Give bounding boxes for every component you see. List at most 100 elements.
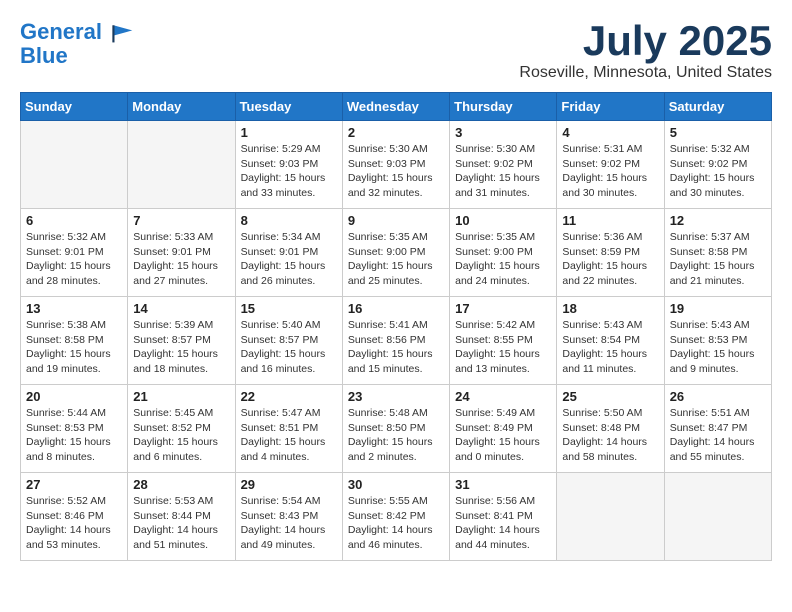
logo: General Blue	[20, 20, 134, 68]
day-cell: 12 Sunrise: 5:37 AMSunset: 8:58 PMDayligh…	[664, 209, 771, 297]
day-cell: 31 Sunrise: 5:56 AMSunset: 8:41 PMDayligh…	[450, 473, 557, 561]
day-number: 20	[26, 389, 122, 404]
col-header-sunday: Sunday	[21, 93, 128, 121]
logo-text: General	[20, 20, 134, 44]
calendar-table: SundayMondayTuesdayWednesdayThursdayFrid…	[20, 92, 772, 561]
day-info: Sunrise: 5:48 AMSunset: 8:50 PMDaylight:…	[348, 406, 444, 465]
day-info: Sunrise: 5:53 AMSunset: 8:44 PMDaylight:…	[133, 494, 229, 553]
day-cell: 7 Sunrise: 5:33 AMSunset: 9:01 PMDaylight…	[128, 209, 235, 297]
page-header: General Blue July 2025 Roseville, Minnes…	[20, 20, 772, 82]
week-row-4: 20 Sunrise: 5:44 AMSunset: 8:53 PMDayligh…	[21, 385, 772, 473]
day-number: 7	[133, 213, 229, 228]
day-number: 16	[348, 301, 444, 316]
day-number: 23	[348, 389, 444, 404]
day-number: 21	[133, 389, 229, 404]
day-cell: 16 Sunrise: 5:41 AMSunset: 8:56 PMDayligh…	[342, 297, 449, 385]
day-info: Sunrise: 5:29 AMSunset: 9:03 PMDaylight:…	[241, 142, 337, 201]
day-info: Sunrise: 5:51 AMSunset: 8:47 PMDaylight:…	[670, 406, 766, 465]
day-cell: 1Sunrise: 5:29 AMSunset: 9:03 PMDaylight…	[235, 121, 342, 209]
day-cell: 20 Sunrise: 5:44 AMSunset: 8:53 PMDayligh…	[21, 385, 128, 473]
month-title: July 2025	[519, 20, 772, 62]
day-number: 19	[670, 301, 766, 316]
day-cell	[664, 473, 771, 561]
day-cell: 19Sunrise: 5:43 AMSunset: 8:53 PMDayligh…	[664, 297, 771, 385]
day-cell: 15 Sunrise: 5:40 AMSunset: 8:57 PMDayligh…	[235, 297, 342, 385]
day-number: 14	[133, 301, 229, 316]
day-number: 4	[562, 125, 658, 140]
location: Roseville, Minnesota, United States	[519, 64, 772, 82]
col-header-thursday: Thursday	[450, 93, 557, 121]
day-number: 17	[455, 301, 551, 316]
day-info: Sunrise: 5:30 AMSunset: 9:02 PMDaylight:…	[455, 142, 551, 201]
day-cell: 4 Sunrise: 5:31 AMSunset: 9:02 PMDaylight…	[557, 121, 664, 209]
day-number: 3	[455, 125, 551, 140]
day-info: Sunrise: 5:34 AMSunset: 9:01 PMDaylight:…	[241, 230, 337, 289]
day-info: Sunrise: 5:44 AMSunset: 8:53 PMDaylight:…	[26, 406, 122, 465]
day-cell: 17 Sunrise: 5:42 AMSunset: 8:55 PMDayligh…	[450, 297, 557, 385]
day-info: Sunrise: 5:39 AMSunset: 8:57 PMDaylight:…	[133, 318, 229, 377]
week-row-3: 13Sunrise: 5:38 AMSunset: 8:58 PMDayligh…	[21, 297, 772, 385]
day-info: Sunrise: 5:30 AMSunset: 9:03 PMDaylight:…	[348, 142, 444, 201]
day-info: Sunrise: 5:32 AMSunset: 9:02 PMDaylight:…	[670, 142, 766, 201]
day-info: Sunrise: 5:50 AMSunset: 8:48 PMDaylight:…	[562, 406, 658, 465]
day-cell: 5Sunrise: 5:32 AMSunset: 9:02 PMDaylight…	[664, 121, 771, 209]
day-cell: 24 Sunrise: 5:49 AMSunset: 8:49 PMDayligh…	[450, 385, 557, 473]
day-info: Sunrise: 5:33 AMSunset: 9:01 PMDaylight:…	[133, 230, 229, 289]
day-number: 27	[26, 477, 122, 492]
day-info: Sunrise: 5:35 AMSunset: 9:00 PMDaylight:…	[455, 230, 551, 289]
day-cell: 10 Sunrise: 5:35 AMSunset: 9:00 PMDayligh…	[450, 209, 557, 297]
day-number: 13	[26, 301, 122, 316]
col-header-monday: Monday	[128, 93, 235, 121]
day-number: 6	[26, 213, 122, 228]
day-cell: 21 Sunrise: 5:45 AMSunset: 8:52 PMDayligh…	[128, 385, 235, 473]
day-number: 12	[670, 213, 766, 228]
day-cell: 18Sunrise: 5:43 AMSunset: 8:54 PMDayligh…	[557, 297, 664, 385]
day-number: 2	[348, 125, 444, 140]
day-number: 24	[455, 389, 551, 404]
day-number: 10	[455, 213, 551, 228]
day-number: 15	[241, 301, 337, 316]
day-info: Sunrise: 5:41 AMSunset: 8:56 PMDaylight:…	[348, 318, 444, 377]
day-info: Sunrise: 5:45 AMSunset: 8:52 PMDaylight:…	[133, 406, 229, 465]
week-row-1: 1Sunrise: 5:29 AMSunset: 9:03 PMDaylight…	[21, 121, 772, 209]
day-info: Sunrise: 5:42 AMSunset: 8:55 PMDaylight:…	[455, 318, 551, 377]
day-info: Sunrise: 5:37 AMSunset: 8:58 PMDaylight:…	[670, 230, 766, 289]
day-cell: 3 Sunrise: 5:30 AMSunset: 9:02 PMDaylight…	[450, 121, 557, 209]
title-block: July 2025 Roseville, Minnesota, United S…	[519, 20, 772, 82]
day-info: Sunrise: 5:40 AMSunset: 8:57 PMDaylight:…	[241, 318, 337, 377]
day-cell: 30Sunrise: 5:55 AMSunset: 8:42 PMDayligh…	[342, 473, 449, 561]
day-number: 22	[241, 389, 337, 404]
day-cell: 23 Sunrise: 5:48 AMSunset: 8:50 PMDayligh…	[342, 385, 449, 473]
week-row-2: 6Sunrise: 5:32 AMSunset: 9:01 PMDaylight…	[21, 209, 772, 297]
day-number: 9	[348, 213, 444, 228]
day-info: Sunrise: 5:47 AMSunset: 8:51 PMDaylight:…	[241, 406, 337, 465]
day-number: 25	[562, 389, 658, 404]
day-cell: 13Sunrise: 5:38 AMSunset: 8:58 PMDayligh…	[21, 297, 128, 385]
day-info: Sunrise: 5:49 AMSunset: 8:49 PMDaylight:…	[455, 406, 551, 465]
day-cell: 6Sunrise: 5:32 AMSunset: 9:01 PMDaylight…	[21, 209, 128, 297]
logo-blue-text: Blue	[20, 44, 134, 68]
col-header-saturday: Saturday	[664, 93, 771, 121]
day-info: Sunrise: 5:56 AMSunset: 8:41 PMDaylight:…	[455, 494, 551, 553]
day-cell: 26 Sunrise: 5:51 AMSunset: 8:47 PMDayligh…	[664, 385, 771, 473]
day-number: 31	[455, 477, 551, 492]
day-cell	[21, 121, 128, 209]
day-cell	[557, 473, 664, 561]
day-number: 29	[241, 477, 337, 492]
day-cell: 11Sunrise: 5:36 AMSunset: 8:59 PMDayligh…	[557, 209, 664, 297]
day-info: Sunrise: 5:55 AMSunset: 8:42 PMDaylight:…	[348, 494, 444, 553]
day-number: 26	[670, 389, 766, 404]
day-info: Sunrise: 5:52 AMSunset: 8:46 PMDaylight:…	[26, 494, 122, 553]
day-cell	[128, 121, 235, 209]
day-number: 18	[562, 301, 658, 316]
week-row-5: 27 Sunrise: 5:52 AMSunset: 8:46 PMDayligh…	[21, 473, 772, 561]
calendar-header-row: SundayMondayTuesdayWednesdayThursdayFrid…	[21, 93, 772, 121]
day-info: Sunrise: 5:54 AMSunset: 8:43 PMDaylight:…	[241, 494, 337, 553]
logo-icon	[110, 23, 134, 43]
day-info: Sunrise: 5:35 AMSunset: 9:00 PMDaylight:…	[348, 230, 444, 289]
day-cell: 28Sunrise: 5:53 AMSunset: 8:44 PMDayligh…	[128, 473, 235, 561]
day-cell: 2 Sunrise: 5:30 AMSunset: 9:03 PMDaylight…	[342, 121, 449, 209]
col-header-friday: Friday	[557, 93, 664, 121]
day-cell: 9 Sunrise: 5:35 AMSunset: 9:00 PMDaylight…	[342, 209, 449, 297]
day-info: Sunrise: 5:31 AMSunset: 9:02 PMDaylight:…	[562, 142, 658, 201]
